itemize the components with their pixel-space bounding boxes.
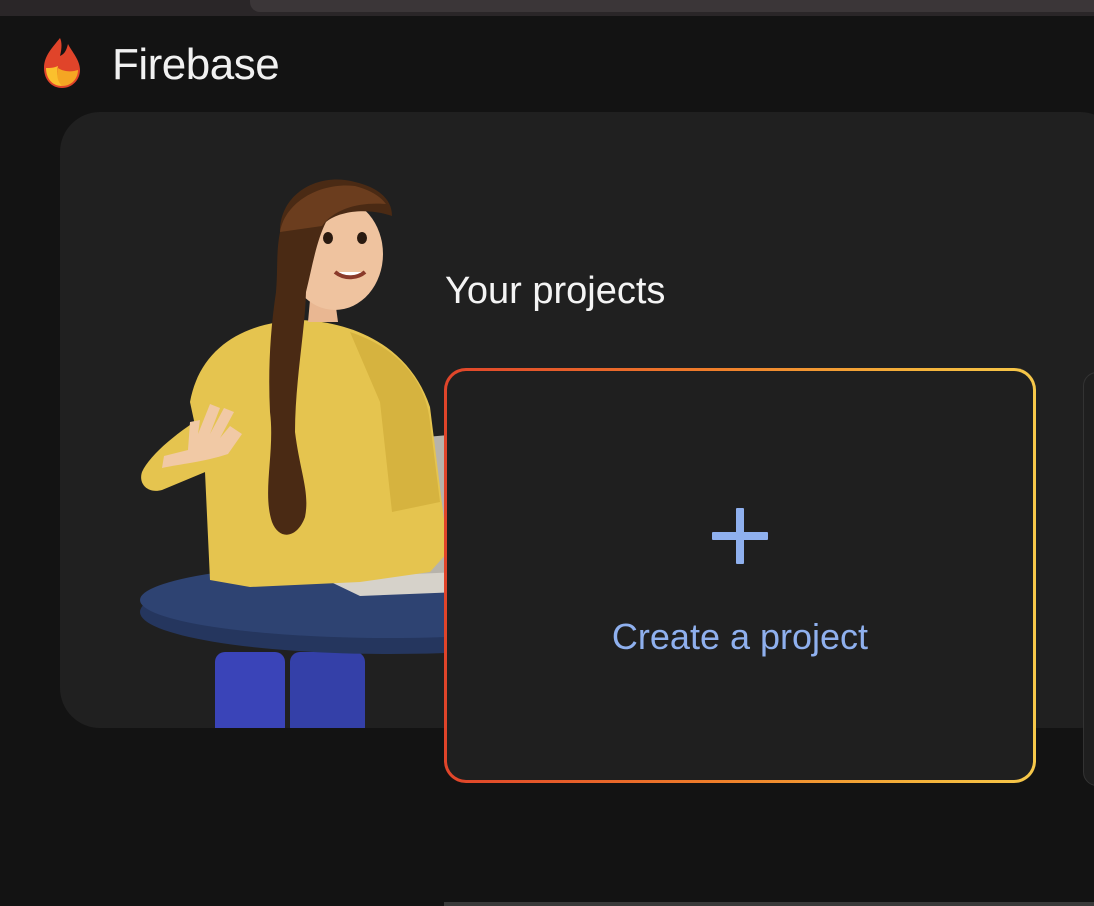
browser-top-strip (0, 0, 1094, 16)
bottom-divider (444, 902, 1094, 906)
firebase-flame-icon[interactable] (38, 34, 86, 90)
brand-title[interactable]: Firebase (112, 40, 280, 90)
app-header: Firebase (0, 16, 1094, 116)
section-title: Your projects (445, 270, 666, 312)
next-project-card-edge[interactable] (1083, 372, 1094, 786)
create-project-card-inner[interactable]: Create a project (447, 371, 1033, 780)
developer-illustration (130, 172, 640, 728)
plus-icon (710, 506, 770, 566)
create-project-card[interactable]: Create a project (444, 368, 1036, 783)
browser-tab-edge (250, 0, 1094, 12)
create-project-label[interactable]: Create a project (447, 616, 1033, 658)
